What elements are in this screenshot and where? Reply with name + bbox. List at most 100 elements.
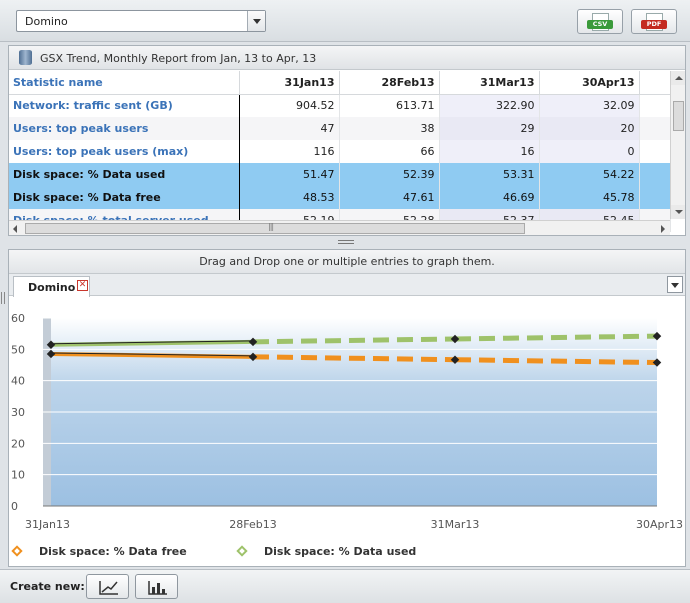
server-select[interactable]: Domino — [16, 10, 266, 32]
report-panel: GSX Trend, Monthly Report from Jan, 13 t… — [8, 45, 686, 236]
y-tick-label: 20 — [11, 437, 25, 450]
value-cell: 47.61 — [339, 186, 440, 209]
csv-label: CSV — [587, 20, 613, 29]
value-cell: 20 — [539, 117, 640, 140]
column-header-statistic-name[interactable]: Statistic name — [9, 71, 240, 95]
value-cell: 45.78 — [539, 186, 640, 209]
legend-item-data-used[interactable]: Disk space: % Data used — [236, 545, 417, 558]
close-icon[interactable]: ✕ — [77, 280, 88, 291]
export-csv-button[interactable]: CSV — [577, 9, 623, 34]
scroll-left-icon[interactable] — [9, 221, 23, 235]
column-header-31mar13[interactable]: 31Mar13 — [439, 71, 540, 95]
legend-label: Disk space: % Data used — [264, 545, 417, 558]
value-cell: 29 — [439, 117, 540, 140]
y-tick-label: 0 — [11, 500, 18, 513]
table-row[interactable]: Disk space: % Data used 51.47 52.39 53.31 54… — [9, 163, 671, 186]
bar-chart-icon — [148, 581, 167, 595]
series-dashed-segment — [252, 336, 456, 345]
y-tick-label: 40 — [11, 375, 25, 388]
value-cell: 52.39 — [339, 163, 440, 186]
filler-cell — [639, 186, 671, 209]
legend-label: Disk space: % Data free — [39, 545, 187, 558]
line-chart-icon — [99, 581, 118, 595]
value-cell: 66 — [339, 140, 440, 163]
series-dashed-segment — [454, 333, 658, 342]
value-cell: 46.69 — [439, 186, 540, 209]
statistics-table: Statistic name 31Jan13 28Feb13 31Mar13 3… — [9, 71, 671, 232]
value-cell: 54.22 — [539, 163, 640, 186]
value-cell: 53.31 — [439, 163, 540, 186]
trend-chart: 0 10 20 30 40 50 60 31Jan13 28Feb13 31Mar13 30Apr… — [11, 312, 683, 531]
horizontal-scrollbar[interactable] — [9, 220, 670, 235]
scroll-up-icon[interactable] — [671, 71, 685, 85]
series-dashed-segment — [252, 354, 456, 363]
x-tick-label: 31Jan13 — [25, 518, 70, 531]
graph-panel: Drag and Drop one or multiple entries to… — [8, 249, 686, 567]
y-tick-label: 30 — [11, 406, 25, 419]
value-cell: 116 — [239, 140, 340, 163]
new-bar-chart-button[interactable] — [135, 574, 178, 599]
y-tick-label: 60 — [11, 312, 25, 325]
horizontal-scroll-thumb[interactable] — [25, 222, 525, 234]
drag-drop-hint[interactable]: Drag and Drop one or multiple entries to… — [9, 250, 685, 274]
value-cell: 38 — [339, 117, 440, 140]
tabs-menu-chevron-down-icon[interactable] — [667, 276, 683, 293]
statistic-name-cell[interactable]: Disk space: % Data used — [9, 163, 240, 186]
database-icon — [19, 50, 32, 65]
value-cell: 47 — [239, 117, 340, 140]
value-cell: 48.53 — [239, 186, 340, 209]
panel-splitter-handle[interactable] — [338, 239, 354, 245]
column-header-filler — [639, 71, 671, 95]
export-pdf-button[interactable]: PDF — [631, 9, 677, 34]
value-cell: 904.52 — [239, 94, 340, 117]
statistic-name-cell[interactable]: Disk space: % Data free — [9, 186, 240, 209]
filler-cell — [639, 163, 671, 186]
value-cell: 51.47 — [239, 163, 340, 186]
x-tick-label: 31Mar13 — [431, 518, 480, 531]
left-resize-grip[interactable] — [1, 292, 6, 304]
filler-cell — [639, 94, 671, 117]
vertical-scroll-thumb[interactable] — [673, 101, 684, 131]
chart-legend: Disk space: % Data free Disk space: % Da… — [9, 540, 685, 564]
graph-tabs: Domino ✕ — [9, 274, 685, 297]
x-tick-label: 30Apr13 — [636, 518, 683, 531]
value-cell: 322.90 — [439, 94, 540, 117]
top-toolbar: Domino CSV PDF — [0, 0, 690, 42]
scroll-right-icon[interactable] — [656, 221, 670, 235]
diamond-marker-icon — [236, 545, 248, 557]
server-select-value: Domino — [25, 15, 68, 28]
table-row[interactable]: Users: top peak users 47 38 29 20 — [9, 117, 671, 140]
statistic-name-cell[interactable]: Users: top peak users (max) — [9, 140, 240, 163]
tab-domino[interactable]: Domino ✕ — [13, 276, 90, 297]
y-tick-label: 10 — [11, 469, 25, 482]
report-title: GSX Trend, Monthly Report from Jan, 13 t… — [40, 52, 317, 65]
bottom-toolbar: Create new: — [0, 569, 690, 603]
column-header-28feb13[interactable]: 28Feb13 — [339, 71, 440, 95]
table-row[interactable]: Disk space: % Data free 48.53 47.61 46.69 45… — [9, 186, 671, 209]
statistic-name-cell[interactable]: Users: top peak users — [9, 117, 240, 140]
pdf-label: PDF — [641, 20, 667, 29]
statistic-name-cell[interactable]: Network: traffic sent (GB) — [9, 94, 240, 117]
diamond-marker-icon — [11, 545, 23, 557]
legend-item-data-free[interactable]: Disk space: % Data free — [11, 545, 187, 558]
value-cell: 32.09 — [539, 94, 640, 117]
filler-cell — [639, 117, 671, 140]
scroll-down-icon[interactable] — [671, 205, 685, 219]
y-tick-label: 50 — [11, 343, 25, 356]
column-header-30apr13[interactable]: 30Apr13 — [539, 71, 640, 95]
column-header-31jan13[interactable]: 31Jan13 — [239, 71, 340, 95]
table-header-row: Statistic name 31Jan13 28Feb13 31Mar13 3… — [9, 71, 671, 95]
tab-label: Domino — [28, 281, 76, 294]
new-line-chart-button[interactable] — [86, 574, 129, 599]
report-header: GSX Trend, Monthly Report from Jan, 13 t… — [9, 46, 685, 70]
filler-cell — [639, 140, 671, 163]
series-dashed-segment — [454, 357, 658, 366]
table-row[interactable]: Users: top peak users (max) 116 66 16 0 — [9, 140, 671, 163]
table-row[interactable]: Network: traffic sent (GB) 904.52 613.71 32… — [9, 94, 671, 117]
x-tick-label: 28Feb13 — [229, 518, 276, 531]
vertical-scrollbar[interactable] — [670, 71, 685, 219]
create-new-label: Create new: — [10, 580, 85, 593]
value-cell: 613.71 — [339, 94, 440, 117]
value-cell: 16 — [439, 140, 540, 163]
chevron-down-icon[interactable] — [247, 11, 265, 31]
